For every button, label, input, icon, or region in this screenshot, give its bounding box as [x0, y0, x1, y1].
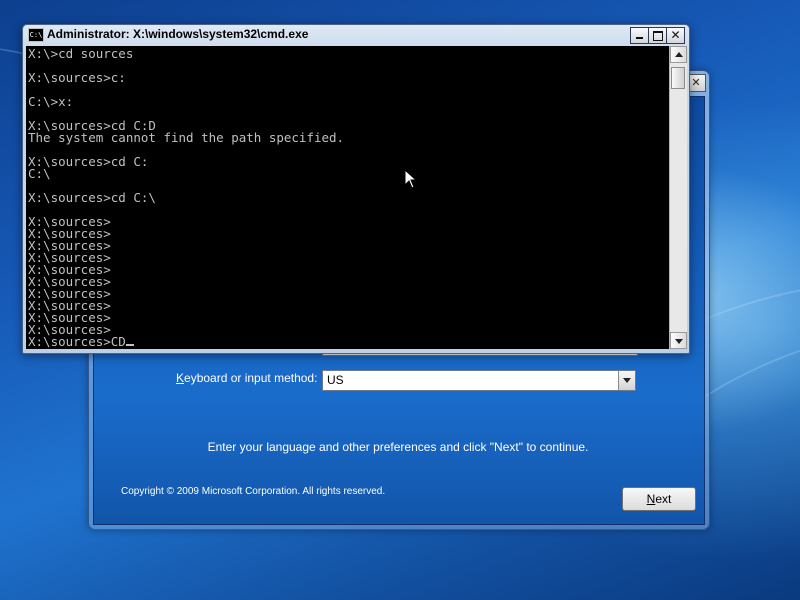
scroll-down-button[interactable] — [670, 332, 687, 349]
console-icon[interactable]: C:\ — [28, 28, 44, 42]
console-line: X:\sources> — [28, 238, 111, 253]
console-line: X:\sources> — [28, 298, 111, 313]
window-controls: ✕ — [630, 27, 685, 44]
console-line: X:\sources> — [28, 274, 111, 289]
keyboard-method-value: US — [327, 373, 344, 387]
maximize-icon — [653, 31, 663, 41]
console-line: X:\sources> — [28, 286, 111, 301]
console-line: C:\>x: — [28, 94, 74, 109]
scroll-up-button[interactable] — [670, 46, 687, 63]
console-line: X:\sources>c: — [28, 70, 126, 85]
console-line: X:\sources>cd C:\ — [28, 190, 156, 205]
cmd-titlebar[interactable]: C:\ Administrator: X:\windows\system32\c… — [23, 25, 689, 45]
maximize-button[interactable] — [648, 27, 667, 44]
keyboard-method-select[interactable]: US — [322, 370, 636, 391]
console-line: X:\sources>cd C:D — [28, 118, 156, 133]
console-input-line[interactable]: X:\sources>CD — [26, 334, 669, 349]
copyright-notice: Copyright © 2009 Microsoft Corporation. … — [121, 486, 386, 497]
console-line: The system cannot find the path specifie… — [28, 130, 345, 145]
chevron-down-icon[interactable] — [618, 371, 635, 390]
next-button[interactable]: Next — [622, 487, 696, 511]
console-line: X:\sources> — [28, 214, 111, 229]
text-caret — [125, 344, 134, 346]
console-line: X:\sources>cd C: — [28, 154, 149, 169]
console-line: X:\sources> — [28, 322, 111, 337]
console-input-text: X:\sources>CD — [28, 334, 126, 349]
close-button[interactable]: ✕ — [666, 27, 685, 44]
console-line: X:\sources> — [28, 310, 111, 325]
cmd-window[interactable]: C:\ Administrator: X:\windows\system32\c… — [22, 24, 690, 354]
mouse-pointer-icon — [404, 169, 418, 189]
console-line: X:\sources> — [28, 262, 111, 277]
close-icon: ✕ — [670, 28, 681, 42]
minimize-button[interactable] — [630, 27, 649, 44]
console-line: X:\>cd sources — [28, 46, 134, 61]
console-line: X:\sources> — [28, 226, 111, 241]
console-output[interactable]: X:\>cd sources X:\sources>c: C:\>x: X:\sour… — [26, 46, 669, 349]
minimize-icon — [636, 37, 643, 39]
vertical-scrollbar[interactable] — [669, 46, 687, 349]
window-title: Administrator: X:\windows\system32\cmd.e… — [47, 27, 309, 41]
keyboard-method-label: Keyboard or input method: — [176, 371, 318, 385]
setup-instruction: Enter your language and other preference… — [207, 440, 589, 454]
console-line: X:\sources> — [28, 250, 111, 265]
scroll-thumb[interactable] — [671, 67, 685, 89]
